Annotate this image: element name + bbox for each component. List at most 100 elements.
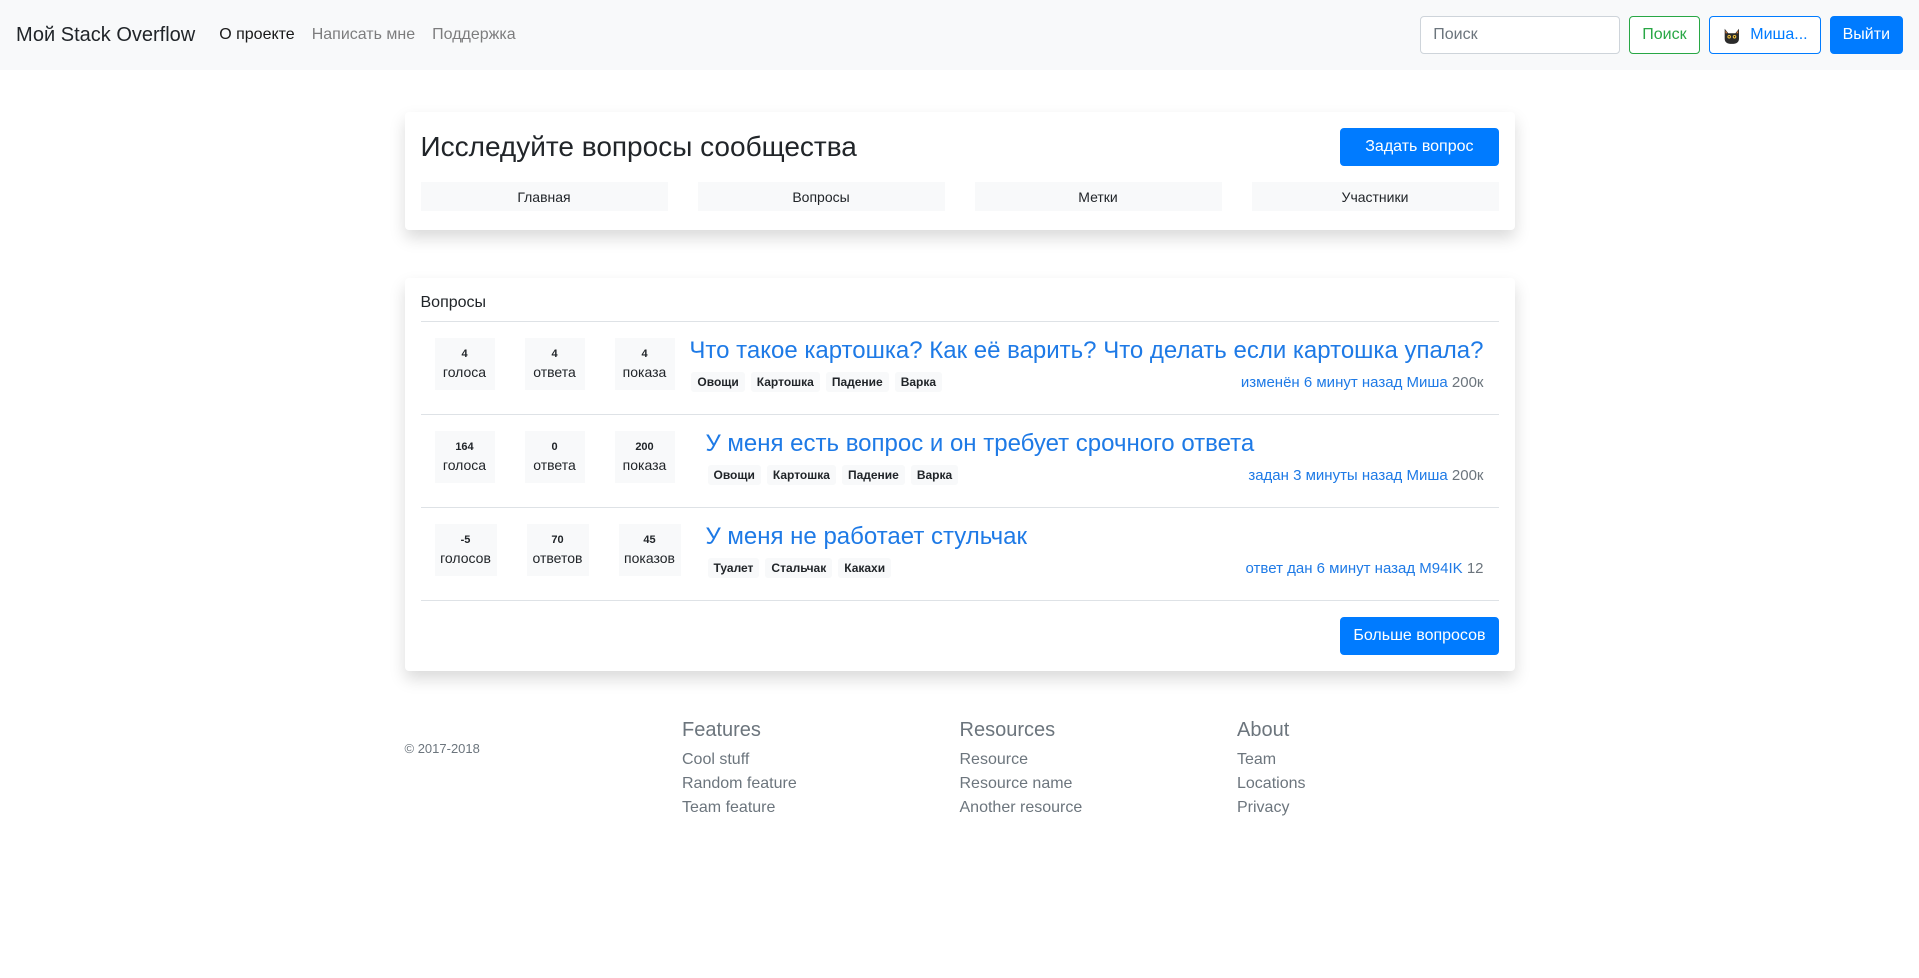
nav-link-contact[interactable]: Написать мне — [312, 26, 415, 44]
votes-label: голоса — [442, 457, 487, 473]
votes-label: голоса — [442, 364, 487, 380]
question-meta: задан 3 минуты назад Миша 200к — [1248, 467, 1483, 484]
question-footer: Овощи Картошка Падение Варка задан 3 мин… — [706, 465, 1484, 486]
footer-column-title: Resources — [959, 719, 1056, 741]
tag-list: Овощи Картошка Падение Варка — [706, 465, 959, 486]
question-main: Что такое картошка? Как её варить? Что д… — [689, 337, 1498, 393]
question-stats: 164 голоса 0 ответа 200 показа — [421, 431, 706, 483]
nav-links: О проекте Написать мне Поддержка — [219, 26, 515, 44]
answers-stat: 70 ответов — [526, 524, 589, 576]
questions-card: Вопросы 4 голоса 4 ответа 4 показа Что т… — [404, 278, 1515, 671]
question-meta: изменён 6 минут назад Миша 200к — [1241, 374, 1484, 391]
tag[interactable]: Туалет — [707, 558, 760, 579]
tab-home[interactable]: Главная — [420, 182, 668, 211]
votes-count: 4 — [461, 348, 468, 360]
question-main: У меня не работает стульчак Туалет Сталь… — [706, 523, 1499, 579]
views-stat: 45 показов — [618, 524, 681, 576]
user-profile-button[interactable]: Миша... — [1708, 16, 1821, 54]
search-input[interactable] — [1420, 16, 1621, 54]
tag[interactable]: Овощи — [691, 372, 745, 393]
logout-button[interactable]: Выйти — [1829, 16, 1903, 54]
votes-count: 164 — [455, 441, 474, 453]
views-label: показа — [622, 457, 667, 473]
footer-column-title: Features — [682, 719, 761, 741]
nav-link-about[interactable]: О проекте — [219, 26, 294, 44]
explore-header: Исследуйте вопросы сообщества Задать воп… — [421, 128, 1499, 166]
footer-column-resources: Resources Resource Resource name Another… — [960, 719, 1238, 820]
votes-count: -5 — [460, 534, 471, 546]
question-stats: -5 голосов 70 ответов 45 показов — [421, 524, 706, 576]
footer: © 2017-2018 Features Cool stuff Random f… — [405, 719, 1515, 820]
cat-avatar-icon — [1721, 25, 1742, 45]
footer-link[interactable]: Locations — [1237, 772, 1515, 796]
question-title-link[interactable]: У меня не работает стульчак — [706, 523, 1484, 550]
footer-link[interactable]: Resource name — [960, 772, 1238, 796]
answers-stat: 0 ответа — [524, 431, 585, 483]
answers-count: 70 — [551, 534, 564, 546]
question-meta-link[interactable]: ответ дан 6 минут назад M94IK — [1246, 560, 1463, 577]
user-reputation: 200к — [1451, 373, 1484, 391]
tag[interactable]: Варка — [894, 372, 943, 393]
footer-column-title: About — [1237, 719, 1290, 741]
views-count: 45 — [643, 534, 656, 546]
footer-link[interactable]: Cool stuff — [682, 748, 960, 772]
votes-stat: 164 голоса — [434, 431, 495, 483]
views-stat: 4 показа — [614, 338, 675, 390]
footer-link[interactable]: Team — [1237, 748, 1515, 772]
votes-stat: 4 голоса — [434, 338, 495, 390]
tab-questions[interactable]: Вопросы — [697, 182, 945, 211]
ask-question-button[interactable]: Задать вопрос — [1340, 128, 1499, 166]
answers-label: ответа — [533, 457, 576, 473]
more-row: Больше вопросов — [421, 601, 1499, 655]
votes-label: голосов — [440, 550, 491, 566]
navbar: Мой Stack Overflow О проекте Написать мн… — [0, 0, 1919, 70]
footer-link[interactable]: Another resource — [960, 796, 1238, 820]
question-stats: 4 голоса 4 ответа 4 показа — [421, 338, 690, 390]
tag[interactable]: Картошка — [750, 372, 820, 393]
views-stat: 200 показа — [614, 431, 675, 483]
question-title-link[interactable]: У меня есть вопрос и он требует срочного… — [706, 430, 1484, 457]
page-title: Исследуйте вопросы сообщества — [420, 131, 857, 162]
question-row: 4 голоса 4 ответа 4 показа Что такое кар… — [420, 322, 1499, 415]
nav-actions: Поиск Миша... Выйти — [1420, 16, 1903, 54]
tag[interactable]: Овощи — [707, 465, 761, 486]
tag[interactable]: Стальчак — [765, 558, 833, 579]
nav-link-support[interactable]: Поддержка — [432, 26, 515, 44]
question-meta-link[interactable]: изменён 6 минут назад Миша — [1241, 374, 1448, 391]
footer-link[interactable]: Resource — [960, 748, 1238, 772]
user-reputation: 200к — [1451, 466, 1484, 484]
question-meta: ответ дан 6 минут назад M94IK 12 — [1246, 560, 1484, 577]
question-footer: Овощи Картошка Падение Варка изменён 6 м… — [689, 372, 1484, 393]
answers-stat: 4 ответа — [524, 338, 585, 390]
tab-tags[interactable]: Метки — [974, 182, 1222, 211]
question-main: У меня есть вопрос и он требует срочного… — [706, 430, 1499, 486]
tag[interactable]: Падение — [841, 465, 905, 486]
user-name: Миша... — [1750, 26, 1808, 43]
more-questions-button[interactable]: Больше вопросов — [1340, 617, 1499, 655]
tag-list: Овощи Картошка Падение Варка — [689, 372, 943, 393]
views-label: показов — [624, 550, 675, 566]
footer-column-about: About Team Locations Privacy — [1237, 719, 1515, 820]
tag[interactable]: Картошка — [766, 465, 836, 486]
views-count: 200 — [635, 441, 654, 453]
footer-link[interactable]: Privacy — [1237, 796, 1515, 820]
answers-count: 4 — [551, 348, 558, 360]
tag[interactable]: Падение — [825, 372, 889, 393]
footer-link[interactable]: Random feature — [682, 772, 960, 796]
tag-list: Туалет Стальчак Какахи — [706, 558, 892, 579]
views-label: показа — [622, 364, 667, 380]
tag[interactable]: Какахи — [838, 558, 892, 579]
explore-card: Исследуйте вопросы сообщества Задать воп… — [404, 112, 1515, 230]
search-button[interactable]: Поиск — [1629, 16, 1700, 54]
question-meta-link[interactable]: задан 3 минуты назад Миша — [1248, 467, 1447, 484]
question-row: -5 голосов 70 ответов 45 показов У меня … — [420, 508, 1499, 601]
answers-count: 0 — [551, 441, 558, 453]
tag[interactable]: Варка — [910, 465, 959, 486]
brand-logo[interactable]: Мой Stack Overflow — [16, 24, 195, 47]
tab-users[interactable]: Участники — [1251, 182, 1499, 211]
question-title-link[interactable]: Что такое картошка? Как её варить? Что д… — [689, 337, 1483, 364]
user-reputation: 12 — [1466, 559, 1484, 577]
copyright: © 2017-2018 — [404, 741, 480, 756]
answers-label: ответа — [533, 364, 576, 380]
footer-link[interactable]: Team feature — [682, 796, 960, 820]
